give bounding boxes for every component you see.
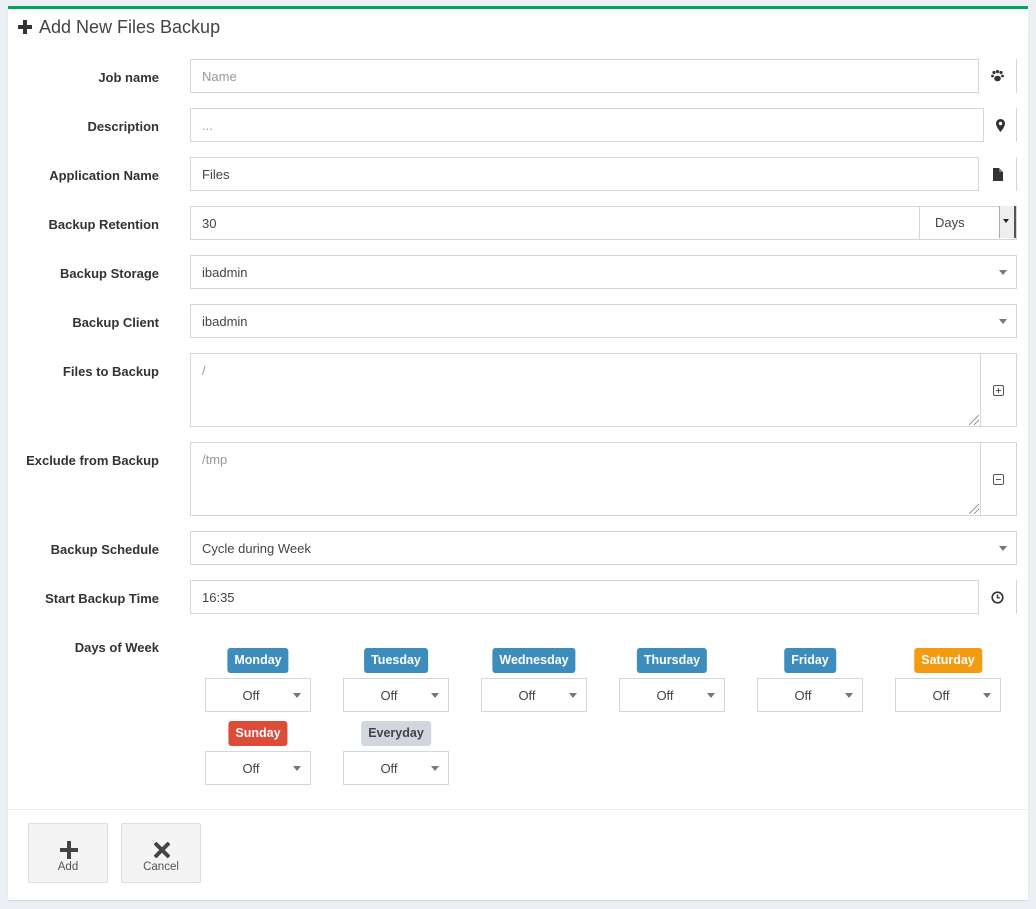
exclude-from-backup-textarea[interactable]: /tmp (190, 442, 981, 516)
description-label: Description (87, 119, 159, 134)
caret-down-icon (431, 693, 439, 698)
chevron-down-icon[interactable] (999, 206, 1016, 238)
day-badge: Wednesday (492, 648, 576, 673)
plus-square-icon (993, 384, 1004, 396)
day-select[interactable]: Off (343, 678, 449, 712)
backup-storage-label: Backup Storage (60, 266, 159, 281)
start-backup-time-label: Start Backup Time (45, 591, 159, 606)
backup-client-label: Backup Client (72, 315, 159, 330)
day-select[interactable]: Off (481, 678, 587, 712)
exclude-from-backup-placeholder: /tmp (202, 452, 228, 467)
cancel-button-label: Cancel (143, 861, 179, 873)
plus-icon (60, 841, 78, 859)
backup-retention-field[interactable]: 30 Days (190, 206, 1017, 240)
caret-down-icon (999, 270, 1007, 275)
description-placeholder: ... (202, 118, 213, 133)
application-name-field[interactable]: Files (190, 157, 1017, 191)
files-to-backup-label: Files to Backup (62, 364, 159, 379)
day-select-value: Off (380, 688, 398, 703)
day-select[interactable]: Off (343, 751, 449, 785)
files-to-backup-textarea[interactable]: / (190, 353, 981, 427)
cancel-button[interactable]: Cancel (121, 823, 201, 883)
day-select[interactable]: Off (205, 751, 311, 785)
retention-unit-select[interactable]: Days (919, 206, 1016, 240)
caret-down-icon (293, 693, 301, 698)
day-select[interactable]: Off (757, 678, 863, 712)
minus-square-icon (993, 473, 1004, 485)
day-select-value: Off (794, 688, 812, 703)
files-to-backup-placeholder: / (202, 363, 206, 378)
backup-client-value: ibadmin (202, 314, 248, 329)
caret-down-icon (431, 766, 439, 771)
page-title: Add New Files Backup (39, 17, 221, 37)
backup-retention-label: Backup Retention (48, 217, 159, 232)
day-select-value: Off (518, 688, 536, 703)
resize-handle[interactable] (969, 415, 979, 425)
backup-storage-value: ibadmin (202, 265, 248, 280)
day-select[interactable]: Off (619, 678, 725, 712)
day-badge: Friday (784, 648, 836, 673)
clock-icon (978, 580, 1016, 614)
description-field[interactable]: ... (190, 108, 1017, 142)
backup-client-select[interactable]: ibadmin (190, 304, 1017, 338)
backup-schedule-select[interactable]: Cycle during Week (190, 531, 1017, 565)
exclude-from-backup-label: Exclude from Backup (26, 453, 159, 468)
day-badge: Everyday (361, 721, 431, 746)
caret-down-icon (983, 693, 991, 698)
backup-retention-value: 30 (202, 216, 217, 231)
add-path-button[interactable] (981, 353, 1017, 427)
caret-down-icon (707, 693, 715, 698)
resize-handle[interactable] (969, 504, 979, 514)
day-badge: Monday (227, 648, 289, 673)
days-of-week-label: Days of Week (74, 640, 159, 655)
retention-unit-value: Days (935, 215, 965, 230)
day-badge: Saturday (914, 648, 982, 673)
caret-down-icon (999, 546, 1007, 551)
day-select[interactable]: Off (205, 678, 311, 712)
application-name-value: Files (202, 167, 230, 182)
caret-down-icon (999, 319, 1007, 324)
day-badge: Tuesday (364, 648, 428, 673)
day-badge: Thursday (636, 648, 708, 673)
backup-storage-select[interactable]: ibadmin (190, 255, 1017, 289)
day-select-value: Off (656, 688, 674, 703)
caret-down-icon (845, 693, 853, 698)
caret-down-icon (569, 693, 577, 698)
job-name-field[interactable]: Name (190, 59, 1017, 93)
backup-schedule-value: Cycle during Week (202, 541, 311, 556)
start-backup-time-value: 16:35 (202, 590, 235, 605)
remove-path-button[interactable] (981, 442, 1017, 516)
add-button[interactable]: Add (28, 823, 108, 883)
application-name-label: Application Name (49, 168, 159, 183)
day-select-value: Off (932, 688, 950, 703)
day-select-value: Off (380, 761, 398, 776)
day-select[interactable]: Off (895, 678, 1001, 712)
job-name-label: Job name (98, 70, 159, 85)
plus-icon (18, 20, 32, 34)
panel-footer: Add Cancel (8, 809, 1028, 900)
caret-down-icon (293, 766, 301, 771)
close-icon (153, 841, 171, 859)
file-icon (978, 157, 1016, 191)
add-button-label: Add (57, 861, 79, 873)
panel-header: Add New Files Backup (8, 9, 1028, 49)
paw-icon (978, 59, 1016, 93)
map-marker-icon (983, 108, 1016, 142)
day-badge: Sunday (228, 721, 288, 746)
backup-schedule-label: Backup Schedule (50, 542, 159, 557)
day-select-value: Off (242, 761, 260, 776)
add-files-backup-panel: Add New Files Backup Job name Name Descr… (8, 6, 1028, 900)
job-name-placeholder: Name (202, 69, 237, 84)
start-backup-time-field[interactable]: 16:35 (190, 580, 1017, 614)
day-select-value: Off (242, 688, 260, 703)
